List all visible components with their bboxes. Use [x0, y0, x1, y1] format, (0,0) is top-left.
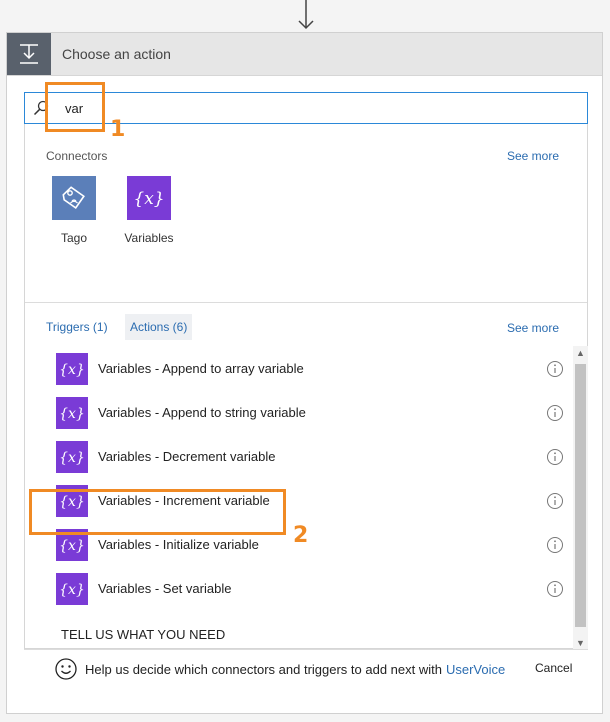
svg-text:{x}: {x} — [59, 450, 85, 466]
annotation-box-search — [45, 82, 105, 132]
variable-braces-icon: {x} — [56, 397, 88, 429]
variable-braces-icon: {x} — [56, 441, 88, 473]
connectors-see-more-link[interactable]: See more — [507, 149, 559, 163]
svg-text:{x}: {x} — [133, 189, 164, 209]
connectors-label: Connectors — [46, 149, 108, 163]
search-input[interactable] — [65, 99, 565, 117]
svg-text:{x}: {x} — [59, 582, 85, 598]
tab-triggers[interactable]: Triggers (1) — [41, 314, 113, 340]
annotation-number: 1 — [110, 117, 126, 142]
connector-label: Tago — [60, 231, 88, 245]
choose-action-card: Choose an action Connectors See more Tag… — [6, 32, 603, 714]
info-icon[interactable] — [546, 360, 564, 378]
info-icon[interactable] — [546, 580, 564, 598]
footer-divider — [24, 649, 588, 650]
action-row-append-array[interactable]: {x} Variables - Append to array variable — [54, 351, 564, 387]
tago-tag-icon — [52, 176, 96, 220]
svg-text:{x}: {x} — [59, 406, 85, 422]
actions-see-more-link[interactable]: See more — [507, 321, 559, 335]
connector-tile-tago[interactable]: Tago — [44, 176, 104, 245]
results-panel: Connectors See more Tago {x} Variables T… — [24, 124, 588, 680]
svg-text:{x}: {x} — [59, 362, 85, 378]
variable-braces-icon: {x} — [127, 176, 171, 220]
action-label: Variables - Append to array variable — [98, 361, 304, 376]
info-icon[interactable] — [546, 404, 564, 422]
action-label: Variables - Initialize variable — [98, 537, 259, 552]
variable-braces-icon: {x} — [56, 573, 88, 605]
annotation-box-initialize — [29, 489, 286, 535]
cancel-button[interactable]: Cancel — [535, 661, 572, 675]
tab-actions[interactable]: Actions (6) — [125, 314, 193, 340]
action-label: Variables - Decrement variable — [98, 449, 276, 464]
action-label: Variables - Append to string variable — [98, 405, 306, 420]
scrollbar[interactable]: ▲ ▼ — [573, 346, 588, 650]
feedback-title: TELL US WHAT YOU NEED — [61, 627, 226, 642]
search-box[interactable] — [24, 92, 588, 124]
scroll-down-arrow-icon[interactable]: ▼ — [573, 636, 588, 650]
card-title: Choose an action — [62, 46, 171, 62]
download-to-tray-icon — [7, 33, 51, 75]
action-label: Variables - Set variable — [98, 581, 232, 596]
action-row-decrement[interactable]: {x} Variables - Decrement variable — [54, 439, 564, 475]
action-row-set[interactable]: {x} Variables - Set variable — [54, 571, 564, 607]
connector-label: Variables — [124, 231, 174, 245]
smiley-icon — [55, 658, 77, 680]
scroll-up-arrow-icon[interactable]: ▲ — [573, 346, 588, 360]
svg-text:{x}: {x} — [59, 538, 85, 554]
scroll-thumb[interactable] — [575, 364, 586, 627]
arrow-down-icon — [298, 0, 314, 30]
action-row-append-string[interactable]: {x} Variables - Append to string variabl… — [54, 395, 564, 431]
annotation-number: 2 — [293, 523, 309, 548]
uservoice-link[interactable]: UserVoice — [446, 662, 505, 677]
section-divider — [25, 302, 587, 303]
variable-braces-icon: {x} — [56, 353, 88, 385]
info-icon[interactable] — [546, 448, 564, 466]
connector-tile-variables[interactable]: {x} Variables — [119, 176, 179, 245]
info-icon[interactable] — [546, 492, 564, 510]
feedback-line: Help us decide which connectors and trig… — [55, 658, 505, 680]
info-icon[interactable] — [546, 536, 564, 554]
feedback-text: Help us decide which connectors and trig… — [85, 661, 442, 677]
card-header: Choose an action — [7, 33, 602, 76]
